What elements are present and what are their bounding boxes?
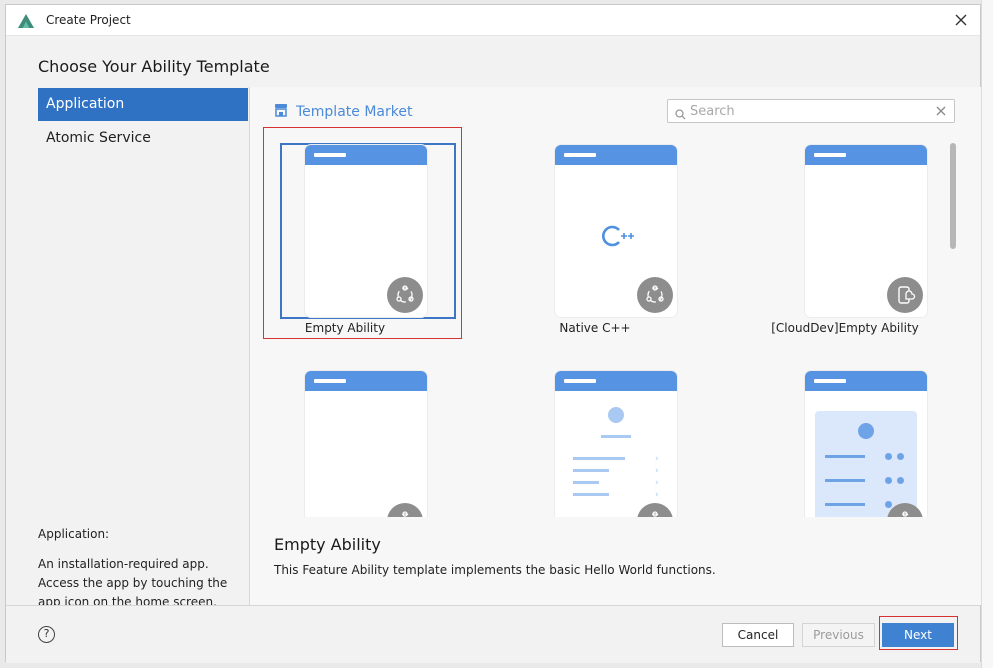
- template-card-label: Empty Ability: [304, 321, 386, 335]
- template-card-label: [CloudDev]Empty Ability: [771, 321, 919, 335]
- profile-avatar-preview: [608, 407, 624, 423]
- window-title: Create Project: [46, 13, 131, 27]
- preview-header: [805, 371, 927, 391]
- page-title: Choose Your Ability Template: [38, 57, 270, 76]
- search-box[interactable]: [667, 99, 955, 123]
- sidebar-item-application[interactable]: Application: [38, 88, 248, 121]
- preview-header: [555, 371, 677, 391]
- help-icon[interactable]: ?: [38, 626, 55, 643]
- template-preview: [805, 145, 927, 317]
- scrollbar-thumb[interactable]: [950, 143, 956, 249]
- template-grid: Empty Ability Native C++ [CloudDev]Empty…: [250, 125, 966, 517]
- template-preview: [305, 371, 427, 517]
- chevron-column-preview: › › › ›: [655, 454, 659, 500]
- previous-button[interactable]: Previous: [802, 623, 875, 647]
- template-panel: Template Market Empty Ability: [250, 87, 981, 605]
- template-market-label: Template Market: [296, 103, 413, 120]
- ability-icon: [387, 503, 423, 517]
- template-market-link[interactable]: Template Market: [274, 102, 412, 121]
- search-input[interactable]: [690, 102, 930, 120]
- profile-name-preview: [601, 435, 631, 438]
- category-description-title: Application:: [38, 527, 110, 541]
- ability-icon: [387, 277, 423, 313]
- cloud-device-icon: [887, 277, 923, 313]
- sidebar-item-atomic-service[interactable]: Atomic Service: [38, 122, 248, 155]
- title-bar: Create Project: [6, 5, 980, 36]
- template-card-native-cpp[interactable]: Native C++: [500, 125, 690, 335]
- store-icon: [274, 102, 288, 121]
- template-card-6[interactable]: [750, 351, 940, 517]
- template-grid-scrollbar[interactable]: [950, 143, 956, 523]
- template-category-sidebar: Application Atomic Service Application: …: [6, 87, 249, 609]
- template-card-clouddev-empty-ability[interactable]: [CloudDev]Empty Ability: [750, 125, 940, 335]
- template-preview: [305, 145, 427, 317]
- background-window-edge: [981, 0, 993, 668]
- template-preview: [555, 145, 677, 317]
- category-description-text: An installation-required app. Access the…: [38, 557, 228, 609]
- ability-icon: [637, 277, 673, 313]
- app-logo-icon: [18, 13, 34, 28]
- next-button[interactable]: Next: [882, 623, 954, 647]
- template-preview: › › › ›: [555, 371, 677, 517]
- list-preview: [573, 457, 663, 496]
- clear-search-icon[interactable]: [934, 103, 948, 122]
- preview-header: [805, 145, 927, 165]
- template-detail-description: This Feature Ability template implements…: [274, 563, 716, 577]
- preview-header: [305, 145, 427, 165]
- preview-header: [305, 371, 427, 391]
- template-preview: [805, 371, 927, 517]
- template-card-5[interactable]: › › › ›: [500, 351, 690, 517]
- search-icon: [675, 105, 686, 124]
- cancel-button[interactable]: Cancel: [722, 623, 794, 647]
- close-icon[interactable]: [950, 9, 972, 31]
- cpp-logo-icon: [599, 223, 635, 253]
- content-card-preview: [815, 411, 917, 517]
- dialog-footer: ? Cancel Previous Next: [6, 605, 980, 663]
- template-card-4[interactable]: [250, 351, 440, 517]
- template-detail-title: Empty Ability: [274, 535, 381, 554]
- preview-header: [555, 145, 677, 165]
- ability-icon: [637, 503, 673, 517]
- template-card-empty-ability[interactable]: Empty Ability: [250, 125, 456, 335]
- template-card-label: Native C++: [559, 321, 631, 335]
- create-project-dialog: Create Project Choose Your Ability Templ…: [5, 4, 981, 663]
